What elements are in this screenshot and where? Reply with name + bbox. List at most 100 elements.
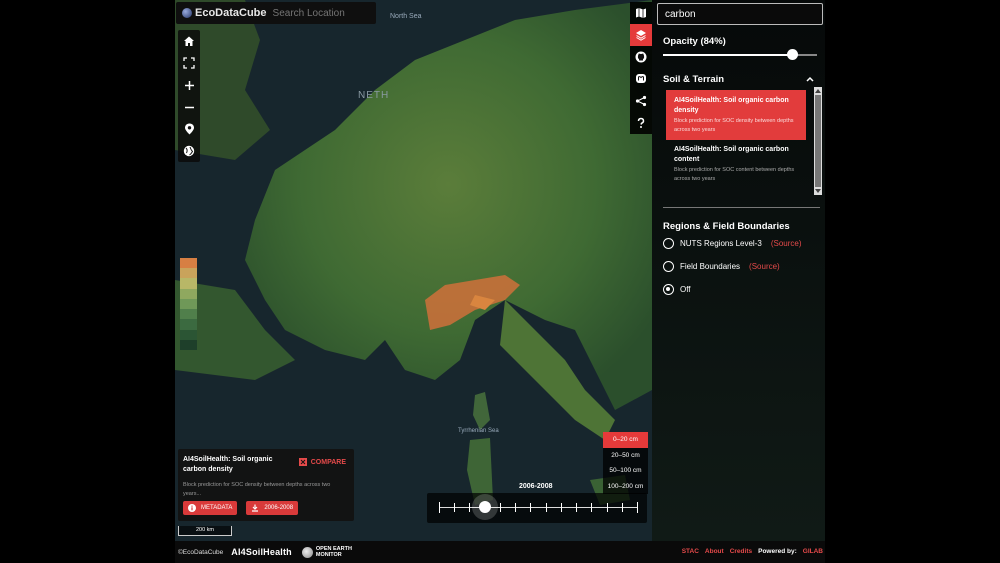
time-slider-tick[interactable]	[439, 502, 440, 513]
legend-swatch	[180, 288, 197, 299]
region-option[interactable]: Field Boundaries (Source)	[663, 261, 780, 272]
home-button[interactable]	[178, 30, 200, 52]
open-earth-monitor-globe-icon	[301, 546, 313, 558]
info-icon	[188, 504, 196, 512]
time-slider-tick[interactable]	[469, 503, 471, 512]
legend-swatch	[180, 319, 197, 330]
scrollbar-thumb[interactable]	[815, 95, 821, 187]
section-regions-field-boundaries: Regions & Field Boundaries	[663, 221, 790, 232]
map-scale: 200 km	[178, 526, 232, 536]
search-input[interactable]	[272, 7, 373, 19]
layer-info-title: AI4SoilHealth: Soil organic carbon densi…	[183, 456, 273, 473]
footer: ©EcoDataCube AI4SoilHealth OPEN EARTH MO…	[175, 541, 825, 563]
source-link[interactable]: (Source)	[771, 239, 802, 248]
time-slider-tick[interactable]	[576, 503, 578, 512]
share-button[interactable]	[630, 90, 652, 112]
location-button[interactable]	[178, 118, 200, 140]
layers-button[interactable]	[630, 24, 652, 46]
map-toolbar-right	[630, 2, 652, 134]
layer-filter-input[interactable]	[657, 3, 823, 25]
time-slider-tick[interactable]	[454, 503, 456, 512]
chevron-up-icon[interactable]	[805, 74, 815, 84]
scroll-up-arrow-icon[interactable]	[815, 89, 821, 93]
about-link[interactable]: About	[705, 548, 724, 555]
metadata-button[interactable]: METADATA	[183, 501, 238, 515]
scroll-down-arrow-icon[interactable]	[815, 189, 821, 193]
legend-swatch	[180, 339, 197, 350]
section-soil-terrain[interactable]: Soil & Terrain	[663, 74, 724, 85]
depth-selector: 0–20 cm 20–50 cm 50–100 cm 100–200 cm	[603, 432, 648, 494]
legend-color-bar	[180, 258, 197, 350]
time-slider-tick[interactable]	[621, 503, 623, 512]
app-logo[interactable]: EcoDataCube	[182, 7, 267, 19]
stac-link[interactable]: STAC	[682, 548, 699, 555]
help-button[interactable]	[630, 112, 652, 134]
open-earth-monitor-line2: MONITOR	[315, 552, 342, 558]
gilab-link[interactable]: GILAB	[803, 548, 823, 555]
radio-button[interactable]	[663, 261, 674, 272]
depth-option[interactable]: 100–200 cm	[603, 478, 648, 494]
opacity-slider[interactable]	[663, 49, 817, 60]
time-slider-tick[interactable]	[515, 503, 517, 512]
ai4soilhealth-logo[interactable]: AI4SoilHealth	[231, 547, 292, 557]
download-icon	[252, 504, 259, 512]
layer-item-title: AI4SoilHealth: Soil organic carbon densi…	[674, 97, 789, 114]
github-button[interactable]	[630, 46, 652, 68]
map-icon	[636, 8, 646, 18]
time-slider-tick[interactable]	[545, 503, 547, 512]
source-link[interactable]: (Source)	[749, 262, 780, 271]
layer-item[interactable]: AI4SoilHealth: Soil organic carbon conte…	[666, 139, 806, 189]
legend-swatch	[180, 298, 197, 310]
radio-button[interactable]	[663, 284, 674, 295]
compare-button[interactable]: COMPARE	[298, 458, 346, 466]
depth-option[interactable]: 50–100 cm	[603, 463, 648, 479]
radio-button[interactable]	[663, 238, 674, 249]
logo-globe-icon	[182, 8, 192, 18]
time-slider-tick[interactable]	[637, 502, 638, 513]
netherlands-label: NETH	[358, 90, 389, 101]
depth-option[interactable]: 20–50 cm	[603, 447, 648, 463]
globe-button[interactable]	[178, 140, 200, 162]
mastodon-button[interactable]	[630, 68, 652, 90]
open-earth-monitor-logo[interactable]: OPEN EARTH MONITOR	[301, 546, 352, 558]
region-option[interactable]: Off	[663, 284, 691, 295]
time-slider-tick[interactable]	[560, 503, 562, 512]
tyrrhenian-sea-label: Tyrrhenian Sea	[458, 428, 499, 434]
region-option-label: Field Boundaries	[680, 262, 741, 271]
map-button[interactable]	[630, 2, 652, 24]
legend-swatch	[180, 268, 197, 279]
download-button[interactable]: 2006-2008	[246, 501, 299, 515]
map-toolbar-left	[178, 30, 200, 162]
zoom-out-button[interactable]	[178, 96, 200, 118]
zoom-in-button[interactable]	[178, 74, 200, 96]
layer-info-description: Block prediction for SOC density between…	[183, 482, 331, 497]
mastodon-icon	[636, 74, 646, 83]
page-margin-left	[0, 0, 175, 563]
depth-option[interactable]: 0–20 cm	[603, 432, 648, 448]
location-pin-icon	[184, 123, 194, 135]
time-slider[interactable]: 2006-2008	[427, 483, 647, 523]
legend-swatch	[180, 329, 197, 340]
layer-item[interactable]: AI4SoilHealth: Soil organic carbon densi…	[666, 90, 806, 140]
opacity-label: Opacity (84%)	[663, 36, 726, 47]
github-icon	[635, 51, 647, 63]
compare-label: COMPARE	[310, 458, 346, 466]
region-option-label: NUTS Regions Level-3	[680, 239, 762, 248]
legend-swatch	[180, 309, 197, 320]
compare-icon	[298, 458, 307, 466]
credits-link[interactable]: Credits	[730, 548, 752, 555]
time-slider-tick[interactable]	[484, 503, 486, 512]
layers-icon	[636, 30, 646, 41]
layer-item-title: AI4SoilHealth: Soil organic carbon conte…	[674, 146, 789, 163]
time-slider-tick[interactable]	[499, 503, 501, 512]
north-sea-label: North Sea	[390, 13, 422, 20]
fullscreen-button[interactable]	[178, 52, 200, 74]
time-slider-tick[interactable]	[591, 503, 593, 512]
metadata-label: METADATA	[201, 505, 233, 511]
layer-list-scrollbar[interactable]	[814, 87, 822, 195]
region-option[interactable]: NUTS Regions Level-3 (Source)	[663, 238, 802, 249]
layer-item-description: Block prediction for SOC density between…	[674, 118, 794, 133]
time-slider-tick[interactable]	[606, 503, 608, 512]
time-slider-label: 2006-2008	[519, 483, 553, 490]
time-slider-tick[interactable]	[530, 503, 532, 512]
